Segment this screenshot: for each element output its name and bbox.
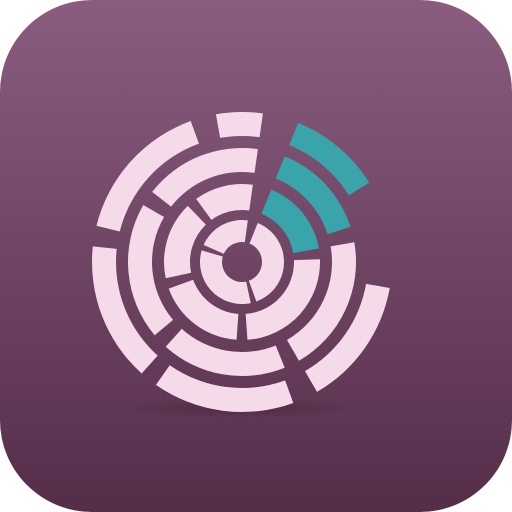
arc-segment — [215, 112, 263, 138]
app-icon — [0, 0, 512, 512]
icon-background — [0, 0, 512, 512]
radial-arc-segments-icon — [0, 0, 512, 512]
